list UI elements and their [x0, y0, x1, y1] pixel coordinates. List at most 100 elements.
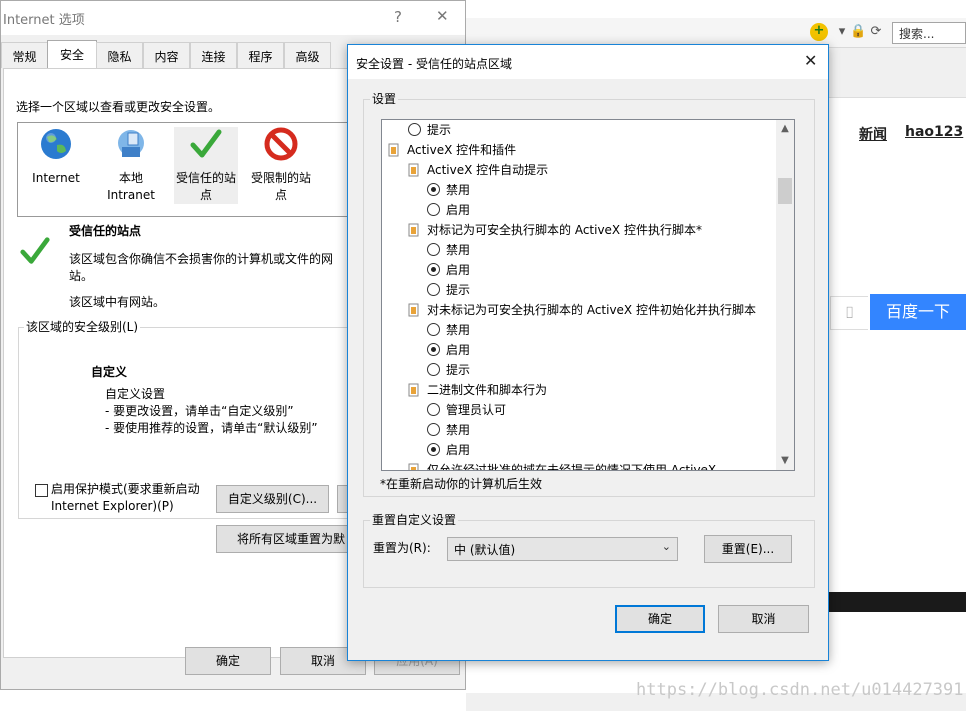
lock-icon[interactable]: 🔒 — [850, 24, 866, 40]
radio-button[interactable] — [427, 363, 440, 376]
setting-icon — [408, 383, 419, 397]
setting-option[interactable]: 启用 — [427, 440, 470, 460]
protected-mode-checkbox[interactable] — [35, 484, 48, 497]
reset-group-label: 重置自定义设置 — [370, 511, 459, 528]
setting-option[interactable]: 提示 — [427, 280, 470, 300]
refresh-icon[interactable]: ⟳ — [868, 24, 884, 40]
option-label: 提示 — [446, 283, 471, 297]
setting-icon — [388, 143, 399, 157]
tab-content[interactable]: 内容 — [143, 42, 190, 68]
setting-item[interactable]: 仅允许经过批准的域在未经提示的情况下使用 ActiveX — [408, 460, 716, 470]
setting-option[interactable]: 禁用 — [427, 240, 470, 260]
settings-scrollbar[interactable]: ▲ ▼ — [776, 120, 794, 470]
dark-bar — [826, 592, 966, 612]
setting-item[interactable]: ActiveX 控件自动提示 — [408, 160, 548, 180]
tab-general[interactable]: 常规 — [1, 42, 48, 68]
ok-button[interactable]: 确定 — [615, 605, 705, 633]
level-line-2: - 要更改设置，请单击“自定义级别” — [105, 404, 294, 418]
setting-label: ActiveX 控件和插件 — [407, 143, 517, 157]
security-level-group-label: 该区域的安全级别(L) — [24, 318, 141, 335]
zone-local-intranet[interactable]: 本地 Intranet — [99, 127, 163, 204]
option-label: 启用 — [446, 203, 471, 217]
checkmark-icon — [20, 237, 50, 264]
setting-label: ActiveX 控件自动提示 — [427, 163, 549, 177]
setting-item[interactable]: 对标记为可安全执行脚本的 ActiveX 控件执行脚本* — [408, 220, 702, 240]
titlebar: 安全设置 - 受信任的站点区域 ✕ — [348, 45, 828, 79]
radio-button[interactable] — [427, 283, 440, 296]
nav-link-news[interactable]: 新闻 — [859, 124, 887, 144]
scroll-up-icon[interactable]: ▲ — [776, 120, 794, 138]
restart-note: *在重新启动你的计算机后生效 — [380, 477, 543, 491]
addon-icon[interactable]: + — [810, 23, 828, 41]
intranet-icon — [118, 130, 144, 157]
setting-option[interactable]: 启用 — [427, 200, 470, 220]
tab-privacy[interactable]: 隐私 — [96, 42, 143, 68]
dialog-title: 安全设置 - 受信任的站点区域 — [356, 57, 512, 71]
option-label: 禁用 — [446, 183, 471, 197]
radio-button[interactable] — [427, 243, 440, 256]
setting-option[interactable]: 禁用 — [427, 420, 470, 440]
radio-button[interactable] — [427, 443, 440, 456]
radio-button[interactable] — [408, 123, 421, 136]
zone-label: 受限制的站 点 — [250, 171, 311, 202]
reset-level-select[interactable]: 中 (默认值) ⌄ — [447, 537, 678, 561]
baidu-search-button[interactable]: 百度一下 — [870, 294, 966, 330]
setting-option[interactable]: 管理员认可 — [427, 400, 506, 420]
radio-button[interactable] — [427, 203, 440, 216]
setting-option[interactable]: 禁用 — [427, 180, 470, 200]
setting-option[interactable]: 禁用 — [427, 320, 470, 340]
chevron-down-icon[interactable]: ▾ — [834, 24, 850, 40]
zone-trusted-sites[interactable]: 受信任的站 点 — [174, 127, 238, 204]
cancel-button[interactable]: 取消 — [718, 605, 809, 633]
tab-security[interactable]: 安全 — [47, 40, 97, 68]
selected-zone-description: 该区域包含你确信不会损害你的计算机或文件的网站。 — [69, 252, 334, 283]
tab-advanced[interactable]: 高级 — [284, 42, 331, 68]
radio-button[interactable] — [427, 343, 440, 356]
radio-button[interactable] — [427, 323, 440, 336]
nav-link-hao123[interactable]: hao123 — [905, 124, 963, 140]
security-settings-dialog: 安全设置 - 受信任的站点区域 ✕ 设置 提示 ActiveX 控件和插件 Acti… — [347, 44, 829, 661]
radio-button[interactable] — [427, 263, 440, 276]
titlebar: Internet 选项 ? ✕ — [1, 1, 465, 35]
close-icon[interactable]: ✕ — [804, 51, 817, 70]
reset-to-label: 重置为(R): — [373, 541, 431, 555]
setting-option[interactable]: 提示 — [408, 120, 451, 140]
setting-icon — [408, 223, 419, 237]
setting-item[interactable]: 二进制文件和脚本行为 — [408, 380, 547, 400]
level-line-3: - 要使用推荐的设置，请单击“默认级别” — [105, 421, 318, 435]
setting-icon — [408, 463, 419, 470]
setting-label: 对未标记为可安全执行脚本的 ActiveX 控件初始化并执行脚本 — [427, 303, 756, 317]
reset-button[interactable]: 重置(E)... — [704, 535, 792, 563]
radio-button[interactable] — [427, 183, 440, 196]
option-label: 提示 — [427, 123, 452, 137]
reset-all-zones-button[interactable]: 将所有区域重置为默 — [216, 525, 366, 553]
zone-internet[interactable]: Internet — [24, 127, 88, 187]
select-value: 中 (默认值) — [454, 543, 516, 557]
close-icon[interactable]: ✕ — [436, 7, 449, 25]
browser-search-input[interactable]: 搜索... — [892, 22, 966, 44]
option-label: 禁用 — [446, 323, 471, 337]
chevron-down-icon: ⌄ — [661, 540, 671, 553]
custom-level-button[interactable]: 自定义级别(C)... — [216, 485, 329, 513]
tab-connections[interactable]: 连接 — [190, 42, 237, 68]
radio-button[interactable] — [427, 403, 440, 416]
radio-button[interactable] — [427, 423, 440, 436]
setting-option[interactable]: 启用 — [427, 260, 470, 280]
zone-restricted-sites[interactable]: 受限制的站 点 — [249, 127, 313, 204]
setting-option[interactable]: 启用 — [427, 340, 470, 360]
settings-list[interactable]: 提示 ActiveX 控件和插件 ActiveX 控件自动提示 禁用 启用 对标记为可安全… — [381, 119, 795, 471]
setting-icon — [408, 163, 419, 177]
tab-programs[interactable]: 程序 — [237, 42, 284, 68]
setting-option[interactable]: 提示 — [427, 360, 470, 380]
setting-item[interactable]: 对未标记为可安全执行脚本的 ActiveX 控件初始化并执行脚本 — [408, 300, 756, 320]
scroll-thumb[interactable] — [778, 178, 792, 204]
setting-icon — [408, 303, 419, 317]
setting-label: 对标记为可安全执行脚本的 ActiveX 控件执行脚本* — [427, 223, 702, 237]
scroll-down-icon[interactable]: ▼ — [776, 452, 794, 470]
ok-button[interactable]: 确定 — [185, 647, 271, 675]
help-icon[interactable]: ? — [394, 8, 402, 26]
option-label: 提示 — [446, 363, 471, 377]
camera-icon[interactable]: ⌷ — [830, 296, 868, 330]
watermark: https://blog.csdn.net/u014427391 — [636, 680, 964, 700]
setting-category[interactable]: ActiveX 控件和插件 — [388, 140, 516, 160]
